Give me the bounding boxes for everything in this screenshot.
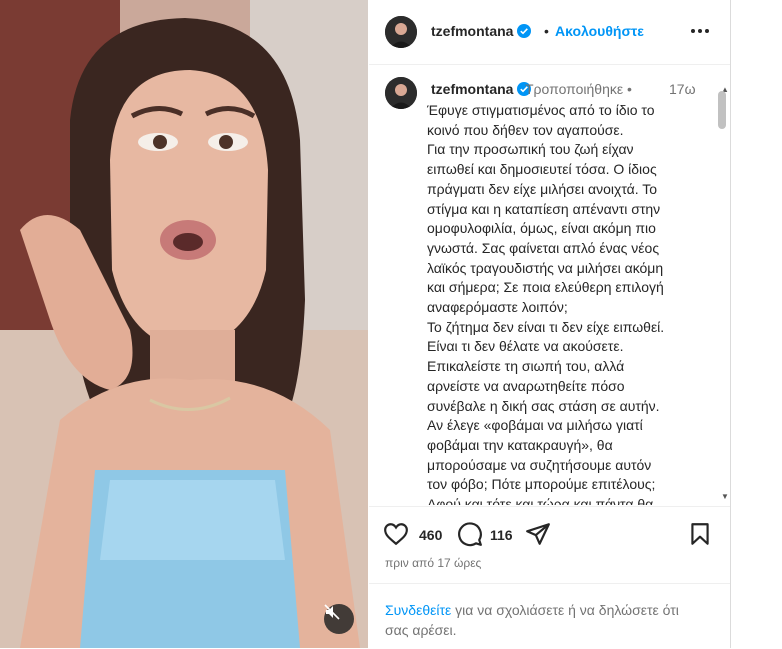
post-username-text[interactable]: tzefmontana [431, 23, 513, 39]
more-horizontal-icon [691, 29, 709, 33]
like-count[interactable]: 460 [419, 527, 442, 543]
caption-username[interactable]: tzefmontana [431, 81, 532, 97]
header-separator: • [544, 23, 549, 39]
post-side-panel: tzefmontana • Ακολουθήστε tzefmontana Τρ… [369, 0, 730, 648]
scrollbar-thumb[interactable] [718, 91, 726, 129]
profile-photo [385, 77, 417, 109]
post-dialog: tzefmontana • Ακολουθήστε tzefmontana Τρ… [0, 0, 731, 648]
post-header: tzefmontana • Ακολουθήστε [369, 0, 730, 65]
caption-separator: • [627, 81, 632, 97]
scroll-down-arrow-icon[interactable]: ▼ [721, 492, 729, 501]
more-options-button[interactable] [685, 16, 715, 46]
login-prompt: Συνδεθείτε για να σχολιάσετε ή να δηλώσε… [369, 583, 730, 649]
video-frame-image [0, 0, 368, 648]
post-timestamp[interactable]: πριν από 17 ώρες [385, 556, 481, 570]
scrollbar[interactable] [717, 83, 727, 503]
verified-badge-icon [517, 24, 532, 38]
follow-button[interactable]: Ακολουθήστε [555, 23, 644, 39]
heart-icon[interactable] [383, 521, 409, 547]
login-prompt-text: Συνδεθείτε για να σχολιάσετε ή να δηλώσε… [385, 600, 705, 640]
comment-count[interactable]: 116 [490, 527, 513, 543]
profile-photo [385, 16, 417, 48]
caption-text: Έφυγε στιγματισμένος από το ίδιο το κοιν… [427, 102, 665, 505]
mute-button[interactable] [324, 604, 354, 634]
caption-time[interactable]: 17ω [669, 81, 696, 97]
login-link[interactable]: Συνδεθείτε [385, 602, 451, 618]
post-username[interactable]: tzefmontana [431, 23, 532, 39]
share-icon[interactable] [525, 521, 551, 547]
post-actions: 460 116 [369, 506, 730, 563]
avatar[interactable] [385, 16, 417, 48]
bookmark-icon[interactable] [687, 521, 713, 547]
edited-text: Τροποποιήθηκε [525, 81, 624, 97]
post-video[interactable] [0, 0, 368, 648]
muted-speaker-icon [324, 604, 340, 620]
caption-avatar[interactable] [385, 77, 417, 109]
caption-section: tzefmontana Τροποποιήθηκε • 17ω Έφυγε στ… [369, 65, 730, 505]
comment-icon[interactable] [457, 521, 483, 547]
edited-label: Τροποποιήθηκε • [525, 81, 632, 97]
caption-username-text[interactable]: tzefmontana [431, 81, 513, 97]
